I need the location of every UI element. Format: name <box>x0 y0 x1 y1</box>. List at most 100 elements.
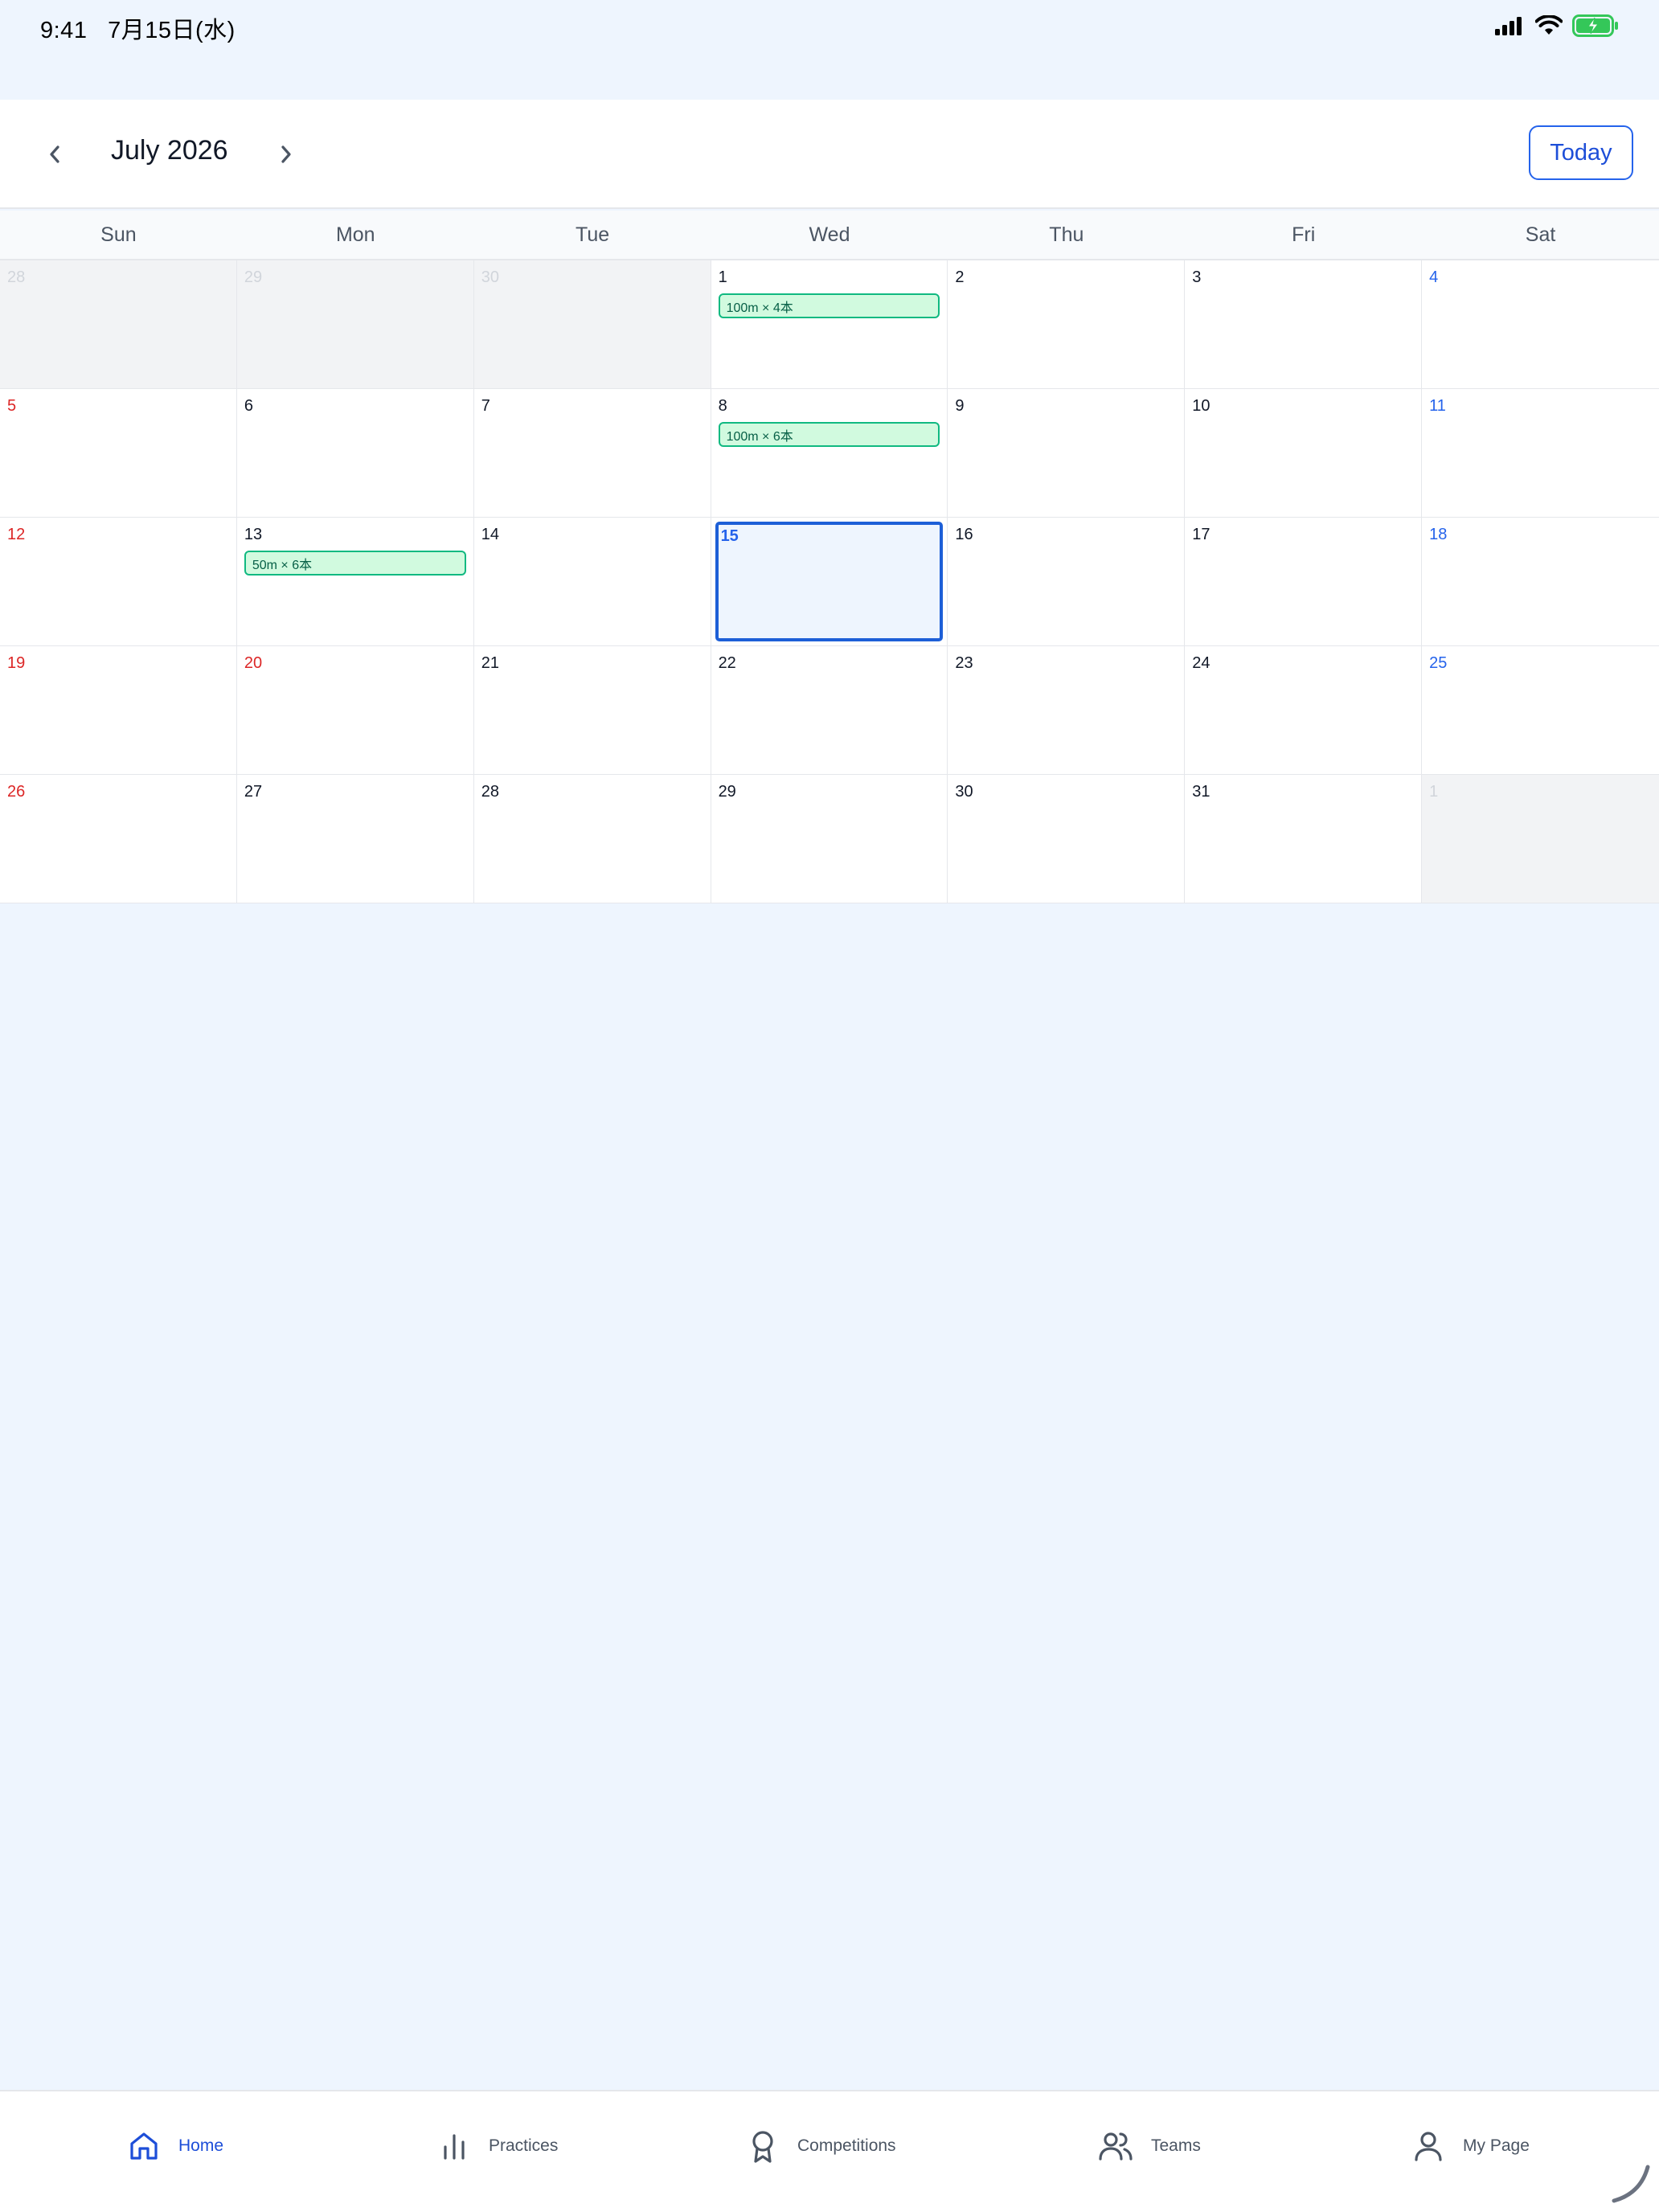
day-number: 21 <box>481 654 499 672</box>
calendar-day-cell[interactable]: 2 <box>948 260 1186 389</box>
weekday-wed: Wed <box>809 223 850 246</box>
calendar-day-cell[interactable]: 10 <box>1185 389 1423 518</box>
calendar-day-cell[interactable]: 21 <box>473 646 711 775</box>
calendar-day-cell[interactable]: 9 <box>948 389 1186 518</box>
day-number: 26 <box>7 783 26 801</box>
calendar-day-cell[interactable]: 4 <box>1422 260 1659 389</box>
chevron-right-icon <box>281 145 291 163</box>
calendar-day-cell[interactable]: 16 <box>948 518 1186 646</box>
day-number: 1 <box>718 268 727 286</box>
month-title: July 2026 <box>111 135 228 166</box>
calendar-day-cell[interactable]: 22 <box>711 646 948 775</box>
calendar-day-cell[interactable]: 19 <box>0 646 237 775</box>
wifi-icon <box>1535 15 1563 35</box>
calendar-day-cell[interactable]: 23 <box>948 646 1186 775</box>
bar-chart-icon <box>444 2134 465 2160</box>
calendar-day-cell[interactable]: 1 100m × 4本 <box>711 260 948 389</box>
day-number: 29 <box>718 783 736 801</box>
calendar-day-cell[interactable]: 6 <box>236 389 474 518</box>
practice-event-chip[interactable]: 50m × 6本 <box>244 551 466 576</box>
calendar-day-cell[interactable]: 26 <box>0 775 237 903</box>
award-icon <box>752 2131 773 2163</box>
day-number: 5 <box>7 397 17 415</box>
weekday-mon: Mon <box>335 223 375 246</box>
calendar-day-cell[interactable]: 29 <box>236 260 474 389</box>
calendar-grid: 28 29 30 1 100m × 4本 2 3 4 5 6 7 8 100m … <box>0 260 1659 903</box>
calendar-day-cell[interactable]: 27 <box>236 775 474 903</box>
calendar-day-cell[interactable]: 5 <box>0 389 237 518</box>
weekday-thu: Thu <box>1049 223 1084 246</box>
calendar-day-cell[interactable]: 29 <box>711 775 948 903</box>
calendar-day-cell[interactable]: 14 <box>473 518 711 646</box>
practice-event-chip[interactable]: 100m × 4本 <box>718 293 940 318</box>
day-number: 10 <box>1192 397 1210 415</box>
day-number: 28 <box>481 783 499 801</box>
status-bar: 9:41 7月15日(水) <box>0 0 1659 100</box>
calendar-day-cell[interactable]: 7 <box>473 389 711 518</box>
calendar-day-cell[interactable]: 25 <box>1422 646 1659 775</box>
day-number: 16 <box>955 526 973 543</box>
calendar-day-cell[interactable]: 28 <box>0 260 237 389</box>
day-number: 8 <box>718 397 727 415</box>
next-month-button[interactable] <box>264 132 309 177</box>
cellular-signal-icon <box>1495 17 1522 35</box>
day-number: 6 <box>244 397 253 415</box>
day-number: 30 <box>481 268 499 286</box>
day-number: 22 <box>718 654 736 672</box>
tab-my-page[interactable]: My Page <box>1411 2127 1530 2165</box>
day-number: 29 <box>244 268 263 286</box>
weekday-sun: Sun <box>100 223 137 246</box>
day-number: 13 <box>244 526 263 543</box>
tab-practices[interactable]: Practices <box>437 2127 558 2165</box>
day-number: 17 <box>1192 526 1210 543</box>
day-number: 4 <box>1429 268 1439 286</box>
status-time: 9:41 7月15日(水) <box>40 11 236 45</box>
day-number: 2 <box>955 268 965 286</box>
calendar-day-cell[interactable]: 28 <box>473 775 711 903</box>
battery-charging-icon <box>1572 14 1618 37</box>
tab-teams[interactable]: Teams <box>1098 2127 1201 2165</box>
calendar-day-cell[interactable]: 24 <box>1185 646 1423 775</box>
weekday-tue: Tue <box>576 223 610 246</box>
chevron-left-icon <box>50 145 59 163</box>
bottom-tab-bar: Home Practices Competitions Teams My Pag… <box>0 2090 1659 2212</box>
calendar-day-cell-today[interactable]: 15 <box>711 518 948 646</box>
day-number: 23 <box>955 654 973 672</box>
calendar-day-cell[interactable]: 3 <box>1185 260 1423 389</box>
day-number: 14 <box>481 526 499 543</box>
calendar-day-cell[interactable]: 30 <box>473 260 711 389</box>
corner-indicator-icon <box>1612 2165 1650 2203</box>
calendar-day-cell[interactable]: 12 <box>0 518 237 646</box>
tab-label: Teams <box>1151 2136 1201 2155</box>
status-clock: 9:41 <box>40 18 88 43</box>
tab-label: Practices <box>489 2136 559 2155</box>
calendar-day-cell-holiday[interactable]: 20 <box>236 646 474 775</box>
day-number: 7 <box>481 397 490 415</box>
day-number: 24 <box>1192 654 1210 672</box>
today-button[interactable]: Today <box>1529 125 1633 180</box>
calendar-day-cell[interactable]: 13 50m × 6本 <box>236 518 474 646</box>
day-number: 19 <box>7 654 26 672</box>
calendar-day-cell[interactable]: 8 100m × 6本 <box>711 389 948 518</box>
calendar-day-cell[interactable]: 18 <box>1422 518 1659 646</box>
calendar-day-cell[interactable]: 17 <box>1185 518 1423 646</box>
status-date: 7月15日(水) <box>108 18 236 43</box>
previous-month-button[interactable] <box>32 132 77 177</box>
weekday-fri: Fri <box>1292 223 1316 246</box>
day-number: 12 <box>7 526 26 543</box>
users-icon <box>1099 2132 1133 2161</box>
tab-label: Home <box>178 2136 224 2155</box>
calendar-day-cell[interactable]: 1 <box>1422 775 1659 903</box>
practice-event-chip[interactable]: 100m × 6本 <box>718 422 940 447</box>
day-number: 30 <box>955 783 973 801</box>
tab-competitions[interactable]: Competitions <box>746 2127 896 2165</box>
day-number: 27 <box>244 783 263 801</box>
tab-home[interactable]: Home <box>127 2127 223 2165</box>
calendar-day-cell[interactable]: 31 <box>1185 775 1423 903</box>
status-icons <box>1495 14 1619 37</box>
calendar-header: July 2026 Today <box>0 100 1659 209</box>
tab-label: My Page <box>1463 2136 1530 2155</box>
calendar-day-cell[interactable]: 30 <box>948 775 1186 903</box>
day-number: 9 <box>955 397 965 415</box>
calendar-day-cell[interactable]: 11 <box>1422 389 1659 518</box>
